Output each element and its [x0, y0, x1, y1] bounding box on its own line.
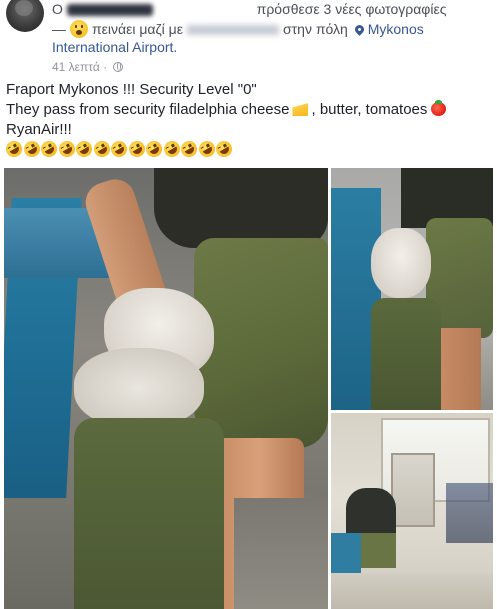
post-text-line2: They pass from security filadelphia chee…: [6, 100, 447, 120]
location-link[interactable]: Mykonos: [368, 21, 424, 37]
photo-br-person-shorts: [361, 533, 396, 568]
photo-main-floor: [234, 498, 328, 609]
header-prefix: Ο: [52, 1, 63, 17]
photo-bottom-right[interactable]: [331, 413, 493, 609]
rolling-on-floor-laughing-emoji: [125, 138, 148, 160]
activity-text: πεινάει μαζί με: [92, 21, 183, 37]
tagged-friends-blurred[interactable]: [187, 25, 279, 36]
author-name-blurred[interactable]: [66, 4, 153, 17]
rolling-on-floor-laughing-emoji: [160, 138, 183, 160]
photo-main-bag-lower: [74, 348, 204, 428]
photo-main[interactable]: [4, 168, 328, 609]
photo-tr-leg: [436, 328, 481, 410]
meta-separator: ·: [103, 60, 108, 74]
photo-br-floor: [331, 573, 493, 609]
rolling-on-floor-laughing-emoji: [143, 138, 165, 160]
post-meta: 41 λεπτά ·: [52, 58, 123, 76]
post-text: Fraport Mykonos !!! Security Level "0" T…: [3, 80, 447, 160]
facebook-post: Ο πρόσθεσε 3 νέες φωτογραφίες — πεινάει μ…: [0, 0, 497, 609]
rolling-on-floor-laughing-emoji: [3, 138, 25, 160]
photo-br-door: [391, 453, 435, 527]
post-text-line2-part2: , butter, tomatoes: [311, 101, 428, 118]
post-header-line2: — πεινάει μαζί με στην πόλη Mykonos: [52, 20, 424, 38]
rofl-emoji-row: [3, 138, 446, 160]
activity-dash: —: [52, 21, 66, 37]
post-text-line1: Fraport Mykonos !!! Security Level "0": [6, 81, 257, 98]
location-pin-icon: [352, 23, 366, 36]
rolling-on-floor-laughing-emoji: [195, 138, 218, 160]
post-header-line3: International Airport.: [52, 38, 177, 56]
photo-top-right[interactable]: [331, 168, 493, 410]
rolling-on-floor-laughing-emoji: [55, 138, 78, 160]
photo-main-shirt: [154, 168, 328, 248]
photo-main-shorts: [194, 238, 328, 448]
location-prefix: στην πόλη: [283, 21, 348, 37]
cheese-emoji: [292, 103, 309, 116]
rolling-on-floor-laughing-emoji: [20, 138, 43, 160]
post-action-text: πρόσθεσε 3 νέες φωτογραφίες: [256, 1, 447, 17]
globe-icon[interactable]: [112, 62, 123, 72]
photo-tr-backpack: [371, 298, 441, 410]
avatar[interactable]: [6, 0, 44, 32]
photo-main-backpack: [74, 418, 224, 609]
hungry-face-emoji: [70, 20, 88, 38]
place-link[interactable]: International Airport.: [52, 39, 177, 55]
rolling-on-floor-laughing-emoji: [38, 138, 60, 160]
timestamp-link[interactable]: 41 λεπτά: [52, 60, 100, 74]
rolling-on-floor-laughing-emoji: [213, 138, 235, 160]
rolling-on-floor-laughing-emoji: [108, 138, 130, 160]
post-header-line1: Ο πρόσθεσε 3 νέες φωτογραφίες: [52, 0, 446, 18]
rolling-on-floor-laughing-emoji: [178, 138, 200, 160]
post-text-line3: RyanAir!!!: [6, 121, 72, 138]
rolling-on-floor-laughing-emoji: [90, 138, 113, 160]
rolling-on-floor-laughing-emoji: [73, 138, 95, 160]
photo-br-crowd: [446, 483, 493, 543]
tomato-emoji: [431, 100, 447, 116]
post-text-line2-part1: They pass from security filadelphia chee…: [6, 101, 290, 118]
photo-tr-bag: [371, 228, 431, 298]
